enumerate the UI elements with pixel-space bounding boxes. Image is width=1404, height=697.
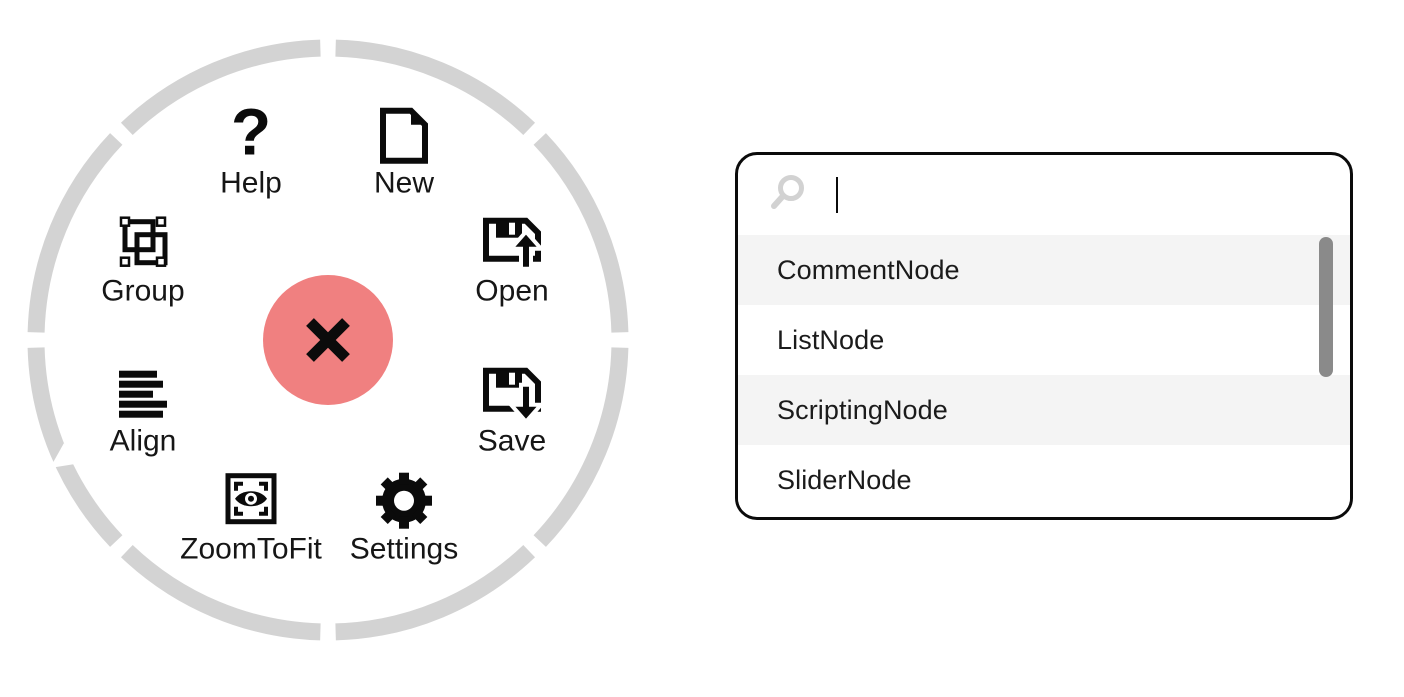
group-squares-icon xyxy=(114,213,172,275)
svg-text:?: ? xyxy=(231,105,271,167)
floppy-disk-up-arrow-icon xyxy=(480,213,544,275)
menu-item-label: Group xyxy=(101,274,185,308)
results-scrollbar-thumb[interactable] xyxy=(1319,237,1333,377)
align-left-bars-icon xyxy=(114,363,172,425)
close-menu-button[interactable] xyxy=(263,275,393,405)
search-input-wrap[interactable] xyxy=(836,172,1350,218)
menu-item-group[interactable]: Group xyxy=(73,213,213,308)
list-item[interactable]: SliderNode xyxy=(738,445,1350,515)
list-item[interactable]: ListNode xyxy=(738,305,1350,375)
eye-crop-frame-icon xyxy=(222,471,280,533)
new-document-icon xyxy=(375,105,433,167)
list-item-label: ScriptingNode xyxy=(777,394,948,425)
node-search-popup[interactable]: CommentNode ListNode ScriptingNode Slide… xyxy=(735,152,1353,520)
menu-item-new[interactable]: New xyxy=(334,105,474,200)
menu-item-help[interactable]: ? Help xyxy=(181,105,321,200)
menu-item-label: Settings xyxy=(349,532,459,566)
menu-item-label: Save xyxy=(477,424,547,458)
menu-item-label: Open xyxy=(475,274,549,308)
gear-icon xyxy=(375,471,433,533)
search-input[interactable] xyxy=(836,173,1350,217)
text-caret xyxy=(836,177,838,213)
results-scrollbar-track[interactable] xyxy=(1319,237,1333,515)
floppy-disk-down-arrow-icon xyxy=(480,363,544,425)
menu-item-label: Help xyxy=(220,166,282,200)
list-item-label: ListNode xyxy=(777,324,885,355)
close-x-icon xyxy=(306,318,350,362)
menu-item-zoomtofit[interactable]: ZoomToFit xyxy=(180,471,322,566)
radial-pie-menu[interactable]: ? Help New Open Save Settings ZoomToFit … xyxy=(0,0,660,680)
list-item-label: SliderNode xyxy=(777,464,912,495)
menu-item-label: ZoomToFit xyxy=(180,532,322,566)
search-magnifier-icon xyxy=(768,173,808,218)
list-item[interactable]: CommentNode xyxy=(738,235,1350,305)
menu-item-label: Align xyxy=(109,424,177,458)
menu-item-save[interactable]: Save xyxy=(442,363,582,458)
question-mark-icon: ? xyxy=(225,105,277,167)
list-item[interactable]: ScriptingNode xyxy=(738,375,1350,445)
search-row[interactable] xyxy=(738,155,1350,235)
menu-item-label: New xyxy=(373,166,434,200)
list-item-label: CommentNode xyxy=(777,254,960,285)
menu-item-open[interactable]: Open xyxy=(442,213,582,308)
menu-item-align[interactable]: Align xyxy=(73,363,213,458)
search-results-list[interactable]: CommentNode ListNode ScriptingNode Slide… xyxy=(738,235,1350,517)
menu-item-settings[interactable]: Settings xyxy=(334,471,474,566)
